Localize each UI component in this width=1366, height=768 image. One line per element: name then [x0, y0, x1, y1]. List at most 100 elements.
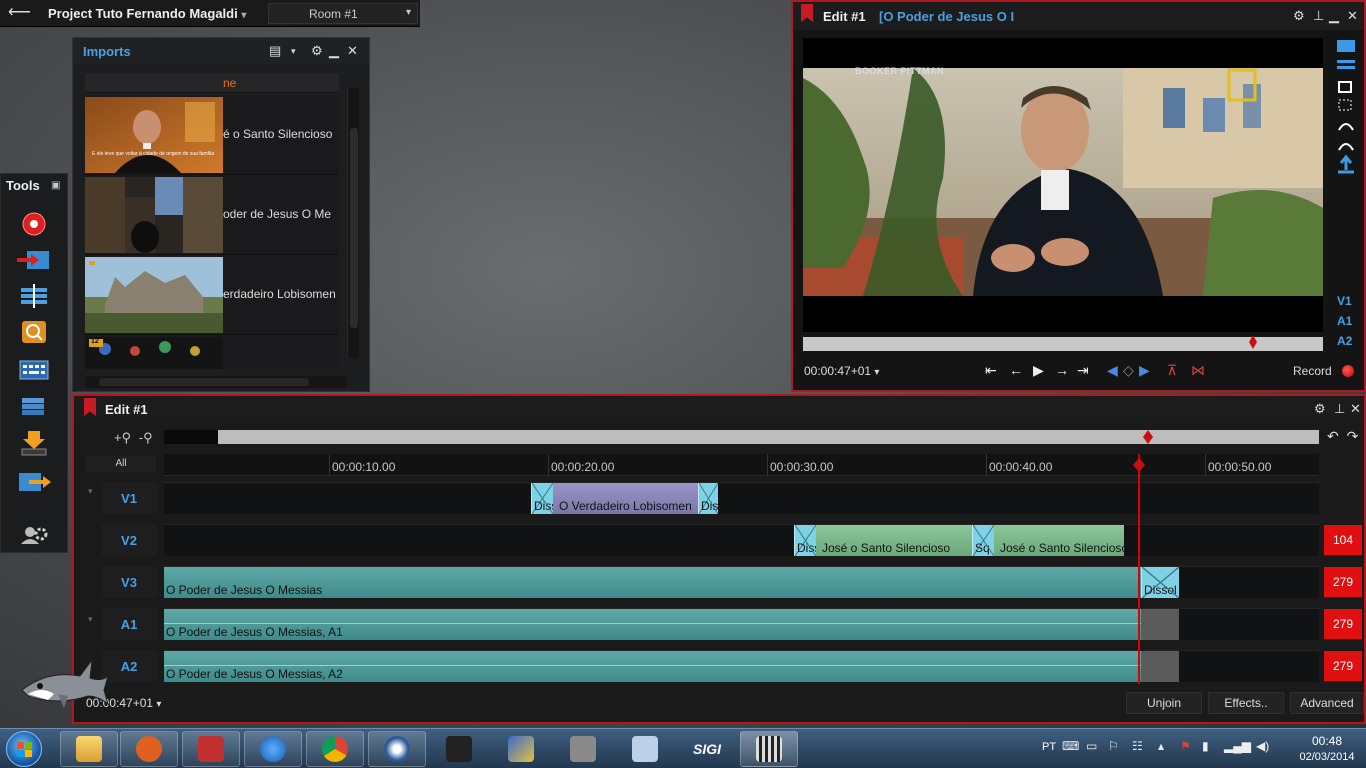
track-header-v1[interactable]: V1	[101, 482, 157, 514]
close-icon[interactable]: ✕	[1350, 401, 1361, 417]
transition-clip[interactable]: Dissol	[1141, 567, 1179, 598]
video-clip[interactable]: O Poder de Jesus O Messias	[164, 567, 1141, 598]
track-a1[interactable]: O Poder de Jesus O Messias, A1	[164, 608, 1319, 640]
monitor-tray-icon[interactable]: ▭	[1086, 739, 1097, 753]
close-icon[interactable]: ✕	[1347, 8, 1358, 24]
track-a2[interactable]: O Poder de Jesus O Messias, A2	[164, 650, 1319, 682]
go-to-end-icon[interactable]: ⇥	[1077, 362, 1089, 379]
start-button[interactable]	[6, 731, 42, 767]
keyboard-icon[interactable]	[17, 356, 51, 384]
undo-icon[interactable]: ↶	[1327, 428, 1339, 444]
import-icon[interactable]	[17, 246, 51, 274]
imports-column-header[interactable]: ne	[85, 73, 339, 93]
chevron-down-icon[interactable]: ▾	[156, 699, 161, 710]
signal-icon[interactable]: ▂▄▆	[1224, 739, 1251, 753]
audio-clip[interactable]: O Poder de Jesus O Messias, A1	[164, 609, 1141, 640]
advanced-button[interactable]: Advanced	[1290, 692, 1364, 714]
network-tray-icon[interactable]: ☷	[1132, 739, 1143, 753]
clock-date[interactable]: 02/03/2014	[1296, 751, 1358, 763]
track-indicator-a1[interactable]: A1	[1337, 314, 1352, 328]
power-icon[interactable]: ▮	[1202, 739, 1209, 753]
horse-app-icon[interactable]	[430, 731, 488, 767]
video-clip[interactable]: José o Santo Silencioso	[816, 525, 972, 556]
all-tracks-toggle[interactable]: All	[86, 456, 156, 472]
transition-clip[interactable]: Sq	[972, 525, 994, 556]
audio-transition[interactable]	[1141, 651, 1179, 682]
mark-in-icon[interactable]: ◀	[1107, 362, 1118, 379]
imports-item[interactable]: E ele teve que voltar à cidade de origem…	[85, 95, 339, 175]
tool-app-icon[interactable]	[492, 731, 550, 767]
preview-playhead[interactable]	[1248, 335, 1257, 349]
redo-icon[interactable]: ↷	[1347, 428, 1359, 444]
track-indicator-a2[interactable]: A2	[1337, 334, 1352, 348]
export-icon[interactable]	[17, 430, 51, 458]
video-edit-icon[interactable]	[554, 731, 612, 767]
collapse-video-tracks-icon[interactable]: ▾	[88, 486, 93, 497]
chevron-down-icon[interactable]: ▾	[406, 7, 411, 18]
timeline-icon[interactable]	[17, 282, 51, 310]
track-header-v3[interactable]: V3	[101, 566, 157, 598]
explorer-icon[interactable]	[60, 731, 118, 767]
video-clip[interactable]: José o Santo Silencioso	[994, 525, 1124, 556]
effects-icon[interactable]	[17, 318, 51, 346]
remove-icon[interactable]: ⋈	[1191, 362, 1205, 379]
lightworks-icon[interactable]	[368, 731, 426, 767]
imports-item[interactable]: erdadeiro Lobisomen	[85, 255, 339, 335]
unjoin-button[interactable]: Unjoin	[1126, 692, 1202, 714]
step-back-icon[interactable]: ←	[1009, 362, 1023, 378]
imports-horizontal-scrollbar[interactable]	[85, 376, 347, 388]
minimize-icon[interactable]: ▁	[1329, 8, 1339, 24]
video-clip[interactable]: O Verdadeiro Lobisomen	[553, 483, 698, 514]
record-label[interactable]: Record	[1293, 364, 1332, 378]
gear-icon[interactable]: ⚙	[311, 43, 323, 59]
chevron-down-icon[interactable]: ▾	[291, 46, 296, 57]
record-icon[interactable]	[17, 210, 51, 238]
pin-icon[interactable]: ▣	[51, 180, 60, 191]
pin-icon[interactable]: ⊥	[1313, 8, 1324, 24]
record-indicator-icon[interactable]	[1342, 365, 1354, 377]
mark-clear-icon[interactable]: ◇	[1123, 362, 1134, 379]
calculator-icon[interactable]	[616, 731, 674, 767]
film-app-icon[interactable]	[740, 731, 798, 767]
imports-item[interactable]: oder de Jesus O Me	[85, 175, 339, 255]
go-to-start-icon[interactable]: ⇤	[985, 362, 997, 379]
keyboard-tray-icon[interactable]: ⌨	[1062, 739, 1079, 753]
transition-clip[interactable]: Diss	[698, 483, 718, 514]
media-player-icon[interactable]	[120, 731, 178, 767]
gear-icon[interactable]: ⚙	[1314, 401, 1326, 417]
zoom-in-icon[interactable]: +⚲	[114, 430, 131, 445]
clock-time[interactable]: 00:48	[1296, 734, 1358, 748]
timeline-ruler[interactable]: 00:00:10.00 00:00:20.00 00:00:30.00 00:0…	[164, 454, 1319, 476]
media-player-321-icon[interactable]	[182, 731, 240, 767]
internet-explorer-icon[interactable]	[244, 731, 302, 767]
library-icon[interactable]	[17, 392, 51, 420]
track-header-a1[interactable]: A1	[101, 608, 157, 640]
close-icon[interactable]: ✕	[347, 43, 358, 59]
track-v1[interactable]: Diss O Verdadeiro Lobisomen Diss	[164, 482, 1319, 514]
chevron-down-icon[interactable]: ▾	[241, 10, 246, 21]
action-center-icon[interactable]: ⚑	[1180, 739, 1191, 753]
minimize-icon[interactable]: ▁	[329, 43, 339, 59]
output-icon[interactable]	[17, 468, 51, 496]
pin-icon[interactable]: ⊥	[1334, 401, 1345, 417]
zoom-out-icon[interactable]: -⚲	[139, 430, 153, 445]
audio-transition[interactable]	[1141, 609, 1179, 640]
network-tray-icon[interactable]: ⚐	[1108, 739, 1119, 753]
chevron-down-icon[interactable]: ▾	[874, 367, 879, 378]
step-forward-icon[interactable]: →	[1055, 362, 1069, 378]
chrome-icon[interactable]	[306, 731, 364, 767]
track-indicator-v1[interactable]: V1	[1337, 294, 1352, 308]
track-v2[interactable]: Diss José o Santo Silencioso Sq José o S…	[164, 524, 1319, 556]
preview-timecode[interactable]: 00:00:47+01 ▾	[804, 364, 879, 378]
imports-item[interactable]: 12	[85, 335, 339, 369]
timeline-overview-bar[interactable]	[164, 430, 1319, 444]
play-icon[interactable]: ▶	[1033, 362, 1044, 379]
track-v3[interactable]: O Poder de Jesus O Messias Dissol	[164, 566, 1319, 598]
back-arrow-icon[interactable]: ⟵	[8, 4, 34, 22]
volume-icon[interactable]: ◀)	[1256, 739, 1269, 753]
audio-clip[interactable]: O Poder de Jesus O Messias, A2	[164, 651, 1141, 682]
preview-scrub-bar[interactable]	[803, 337, 1323, 351]
effects-button[interactable]: Effects..	[1208, 692, 1284, 714]
mark-out-icon[interactable]: ▶	[1139, 362, 1150, 379]
transition-clip[interactable]: Diss	[531, 483, 553, 514]
